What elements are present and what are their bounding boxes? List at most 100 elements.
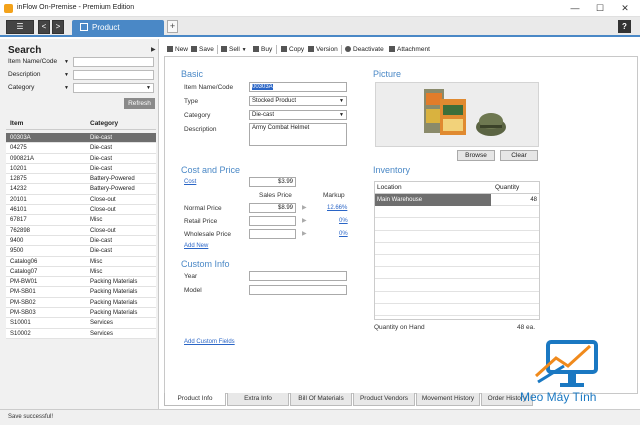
picture-section-title: Picture bbox=[373, 69, 402, 79]
list-item[interactable]: PM-SB01 Packing Materials bbox=[6, 287, 156, 298]
tab-product-info[interactable]: Product Info bbox=[164, 393, 226, 406]
wholesale-price-field[interactable] bbox=[249, 229, 296, 239]
forward-button[interactable]: > bbox=[52, 20, 64, 34]
table-row[interactable] bbox=[375, 206, 539, 219]
item-name-field[interactable]: 00303A bbox=[249, 82, 347, 92]
version-button[interactable]: Version bbox=[308, 43, 338, 56]
table-row[interactable] bbox=[375, 279, 539, 292]
table-row[interactable] bbox=[375, 255, 539, 268]
add-new-price-link[interactable]: Add New bbox=[184, 243, 208, 249]
table-row[interactable] bbox=[375, 218, 539, 231]
list-item[interactable]: 04275 Die-cast bbox=[6, 143, 156, 154]
basic-section-title: Basic bbox=[181, 69, 204, 79]
watermark-text: Meo Máy Tính bbox=[520, 390, 597, 404]
column-header-category[interactable]: Category bbox=[90, 117, 118, 130]
tab-bill-of-materials[interactable]: Bill Of Materials bbox=[290, 393, 352, 406]
list-item[interactable]: 00303A Die-cast bbox=[6, 133, 156, 144]
list-item[interactable]: 14232 Battery-Powered bbox=[6, 184, 156, 195]
list-item[interactable]: PM-BW01 Packing Materials bbox=[6, 277, 156, 288]
table-row[interactable] bbox=[375, 304, 539, 316]
normal-price-field[interactable]: $8.99 bbox=[249, 203, 296, 213]
play-arrow-icon[interactable]: ▶ bbox=[302, 217, 307, 224]
table-row[interactable]: Main Warehouse 48 bbox=[375, 194, 539, 207]
description-field[interactable]: Army Combat Helmet bbox=[249, 123, 347, 146]
filter-mode-dropdown[interactable]: ▼ bbox=[64, 83, 69, 93]
column-header-location: Location bbox=[377, 184, 402, 191]
browse-button[interactable]: Browse bbox=[457, 150, 495, 161]
copy-button[interactable]: Copy bbox=[281, 43, 304, 56]
back-button[interactable]: < bbox=[38, 20, 50, 34]
table-row[interactable] bbox=[375, 292, 539, 304]
add-custom-fields-link[interactable]: Add Custom Fields bbox=[184, 339, 235, 345]
list-item[interactable]: 67817 Misc bbox=[6, 215, 156, 226]
category-search-select[interactable]: ▼ bbox=[73, 83, 154, 93]
list-item[interactable]: 10201 Die-cast bbox=[6, 163, 156, 175]
window-title: inFlow On-Premise - Premium Edition bbox=[17, 4, 135, 11]
collapse-sidebar-icon[interactable]: ▶ bbox=[151, 46, 156, 53]
list-item[interactable]: S10002 Services bbox=[6, 328, 156, 339]
list-item[interactable]: 090821A Die-cast bbox=[6, 153, 156, 164]
toolbar-divider bbox=[276, 45, 277, 54]
list-item[interactable]: 762898 Close-out bbox=[6, 225, 156, 236]
watermark: Meo Máy Tính bbox=[520, 336, 636, 408]
tab-product-vendors[interactable]: Product Vendors bbox=[353, 393, 415, 406]
table-row[interactable] bbox=[375, 243, 539, 255]
maximize-button[interactable]: ☐ bbox=[593, 2, 607, 14]
filter-description: Description ▼ bbox=[8, 70, 69, 80]
type-select[interactable]: Stocked Product ▼ bbox=[249, 96, 347, 106]
inventory-table: Location Quantity Main Warehouse 48 bbox=[374, 181, 540, 320]
refresh-button[interactable]: Refresh bbox=[124, 98, 155, 109]
inventory-section-title: Inventory bbox=[373, 165, 411, 175]
list-item[interactable]: Catalog06 Misc bbox=[6, 256, 156, 267]
category-select[interactable]: Die-cast ▼ bbox=[249, 110, 347, 120]
attachment-button[interactable]: Attachment bbox=[389, 43, 430, 56]
description-search-input[interactable] bbox=[73, 70, 154, 80]
tab-extra-info[interactable]: Extra Info bbox=[227, 393, 289, 406]
list-item[interactable]: 20101 Close-out bbox=[6, 194, 156, 206]
menu-button[interactable]: ☰ bbox=[6, 20, 34, 34]
normal-markup-link[interactable]: 12.66% bbox=[327, 205, 347, 211]
sales-price-header: Sales Price bbox=[259, 192, 292, 199]
play-arrow-icon[interactable]: ▶ bbox=[302, 204, 307, 211]
filter-item-name: Item Name/Code ▼ bbox=[8, 57, 69, 67]
quantity-on-hand-value: 48 ea. bbox=[517, 324, 536, 331]
sell-button[interactable]: Sell ▼ bbox=[221, 43, 247, 57]
close-button[interactable]: ✕ bbox=[618, 2, 632, 14]
filter-mode-dropdown[interactable]: ▼ bbox=[64, 57, 69, 67]
new-button[interactable]: New bbox=[167, 43, 188, 56]
normal-price-label: Normal Price bbox=[184, 205, 222, 212]
status-bar: Save successful! bbox=[0, 409, 640, 425]
column-header-item[interactable]: Item bbox=[10, 117, 23, 130]
list-item[interactable]: 9500 Die-cast bbox=[6, 246, 156, 257]
play-arrow-icon[interactable]: ▶ bbox=[302, 230, 307, 237]
retail-price-field[interactable] bbox=[249, 216, 296, 226]
list-item[interactable]: 12875 Battery-Powered bbox=[6, 174, 156, 185]
list-item[interactable]: 46101 Close-out bbox=[6, 205, 156, 216]
cost-field[interactable]: $3.99 bbox=[249, 177, 296, 187]
filter-mode-dropdown[interactable]: ▼ bbox=[64, 70, 69, 80]
add-tab-button[interactable]: + bbox=[167, 20, 178, 33]
list-item[interactable]: S10001 Services bbox=[6, 318, 156, 329]
list-item[interactable]: PM-SB02 Packing Materials bbox=[6, 297, 156, 309]
save-button[interactable]: Save bbox=[191, 43, 214, 56]
table-row[interactable] bbox=[375, 267, 539, 280]
table-row[interactable] bbox=[375, 231, 539, 243]
retail-markup-link[interactable]: 0% bbox=[339, 218, 348, 224]
help-button[interactable]: ? bbox=[618, 20, 631, 33]
wholesale-markup-link[interactable]: 0% bbox=[339, 231, 348, 237]
clear-button[interactable]: Clear bbox=[500, 150, 538, 161]
list-item[interactable]: PM-SB03 Packing Materials bbox=[6, 308, 156, 319]
list-item[interactable]: 9400 Die-cast bbox=[6, 235, 156, 247]
buy-button[interactable]: Buy bbox=[253, 43, 272, 56]
description-value: Army Combat Helmet bbox=[252, 125, 310, 131]
model-field[interactable] bbox=[249, 285, 347, 295]
year-field[interactable] bbox=[249, 271, 347, 281]
cost-link[interactable]: Cost bbox=[184, 179, 196, 185]
deactivate-button[interactable]: Deactivate bbox=[345, 43, 384, 56]
tab-movement-history[interactable]: Movement History bbox=[416, 393, 480, 406]
item-name-search-input[interactable] bbox=[73, 57, 154, 67]
tab-product[interactable]: Product bbox=[72, 20, 164, 37]
minimize-button[interactable]: — bbox=[568, 2, 582, 14]
list-item[interactable]: Catalog07 Misc bbox=[6, 266, 156, 278]
year-label: Year bbox=[184, 273, 198, 280]
